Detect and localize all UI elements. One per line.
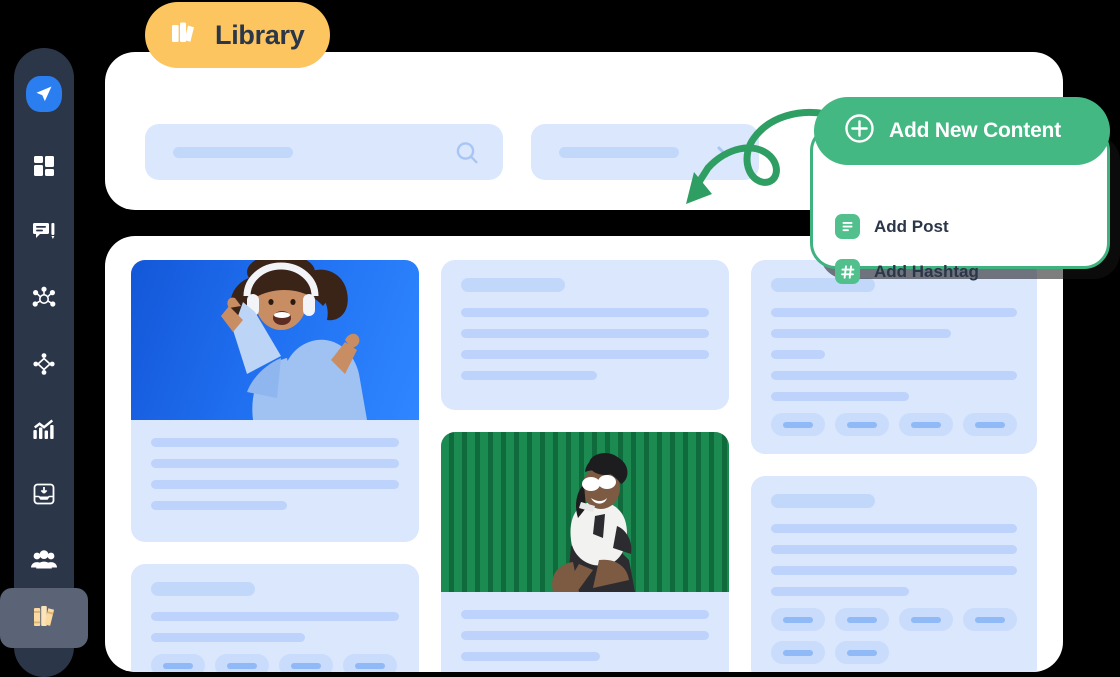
card-text-line — [461, 652, 600, 661]
card-tag-list — [771, 413, 1017, 436]
sidebar — [0, 48, 88, 677]
add-new-content-label: Add New Content — [889, 119, 1061, 142]
card-title-skeleton — [771, 494, 875, 508]
sidebar-item-network[interactable] — [14, 273, 74, 329]
card-text-line — [461, 308, 709, 317]
library-card[interactable] — [131, 564, 419, 672]
card-text-line — [151, 438, 399, 447]
tab-library-label: Library — [215, 19, 305, 50]
add-content-dropdown: Add Post Add Hashtag Add New Content — [810, 97, 1110, 284]
card-image — [131, 260, 419, 420]
card-tag-list — [151, 654, 399, 672]
library-card[interactable] — [441, 260, 729, 410]
card-text-line — [771, 545, 1017, 554]
menu-item-add-hashtag[interactable]: Add Hashtag — [835, 259, 979, 284]
sidebar-item-team[interactable] — [14, 534, 74, 590]
card-tag-list — [771, 608, 1017, 664]
team-people-icon — [30, 547, 58, 578]
filter-select[interactable] — [531, 124, 759, 180]
card-text-line — [151, 501, 288, 510]
card-text-line — [461, 371, 598, 380]
library-column — [751, 260, 1037, 672]
card-text-line — [771, 350, 826, 359]
search-input[interactable] — [145, 124, 503, 180]
card-text-line — [771, 329, 951, 338]
card-tag[interactable] — [343, 654, 397, 672]
paper-plane-icon — [26, 76, 62, 112]
library-card[interactable] — [751, 476, 1037, 672]
sidebar-item-analytics[interactable] — [14, 403, 74, 459]
sidebar-item-library[interactable] — [0, 588, 88, 648]
card-tag[interactable] — [899, 413, 953, 436]
card-body — [131, 420, 419, 542]
library-card[interactable] — [131, 260, 419, 542]
plus-circle-icon — [844, 113, 875, 149]
card-tag[interactable] — [835, 413, 889, 436]
card-text-line — [771, 587, 909, 596]
card-text-line — [771, 371, 1017, 380]
chevron-down-icon[interactable] — [715, 142, 739, 167]
add-new-content-button[interactable]: Add New Content — [814, 97, 1110, 165]
card-tag[interactable] — [151, 654, 205, 672]
library-books-icon — [29, 601, 59, 636]
search-icon[interactable] — [453, 139, 481, 172]
card-text-line — [771, 566, 1017, 575]
menu-item-label: Add Hashtag — [874, 261, 979, 281]
search-placeholder — [173, 147, 293, 158]
card-tag[interactable] — [963, 413, 1017, 436]
hashtag-icon — [835, 259, 860, 284]
network-share-icon — [31, 286, 57, 317]
library-column — [441, 260, 729, 672]
card-tag[interactable] — [835, 608, 889, 631]
card-tag[interactable] — [835, 641, 889, 664]
target-nodes-icon — [31, 351, 57, 382]
card-text-line — [771, 392, 909, 401]
library-books-icon — [167, 16, 201, 55]
menu-item-add-post[interactable]: Add Post — [835, 214, 979, 239]
card-tag[interactable] — [771, 608, 825, 631]
document-lines-icon — [835, 214, 860, 239]
library-card[interactable] — [441, 432, 729, 672]
library-column — [131, 260, 419, 672]
card-tag[interactable] — [771, 413, 825, 436]
card-title-skeleton — [151, 582, 255, 596]
sidebar-item-messages[interactable] — [14, 206, 74, 262]
card-text-line — [461, 610, 709, 619]
library-content-panel — [105, 236, 1063, 672]
app-root: Library Add Post Add Hashtag Add New Con… — [0, 0, 1120, 677]
card-text-line — [151, 633, 305, 642]
card-text-line — [151, 612, 399, 621]
card-tag[interactable] — [899, 608, 953, 631]
card-text-line — [461, 631, 709, 640]
add-content-menu-items: Add Post Add Hashtag — [835, 214, 979, 284]
card-text-line — [151, 459, 399, 468]
card-tag[interactable] — [963, 608, 1017, 631]
card-tag[interactable] — [279, 654, 333, 672]
inbox-download-icon — [31, 481, 57, 512]
sidebar-item-dashboard[interactable] — [14, 140, 74, 196]
chat-compose-icon — [32, 220, 56, 249]
card-image — [441, 432, 729, 592]
card-text-line — [771, 308, 1017, 317]
sidebar-item-targets[interactable] — [14, 338, 74, 394]
card-text-line — [151, 480, 399, 489]
card-title-skeleton — [461, 278, 565, 292]
dashboard-grid-icon — [32, 154, 56, 183]
library-grid — [131, 260, 1037, 672]
tab-library[interactable]: Library — [145, 2, 331, 68]
filter-selected-value — [559, 147, 679, 158]
card-tag[interactable] — [215, 654, 269, 672]
analytics-chart-icon — [31, 416, 57, 447]
card-tag[interactable] — [771, 641, 825, 664]
card-text-line — [771, 524, 1017, 533]
card-text-line — [461, 329, 709, 338]
card-text-line — [461, 350, 709, 359]
library-card[interactable] — [751, 260, 1037, 454]
sidebar-item-inbox[interactable] — [14, 468, 74, 524]
sidebar-logo[interactable] — [14, 66, 74, 122]
card-body — [441, 592, 729, 672]
menu-item-label: Add Post — [874, 216, 949, 236]
